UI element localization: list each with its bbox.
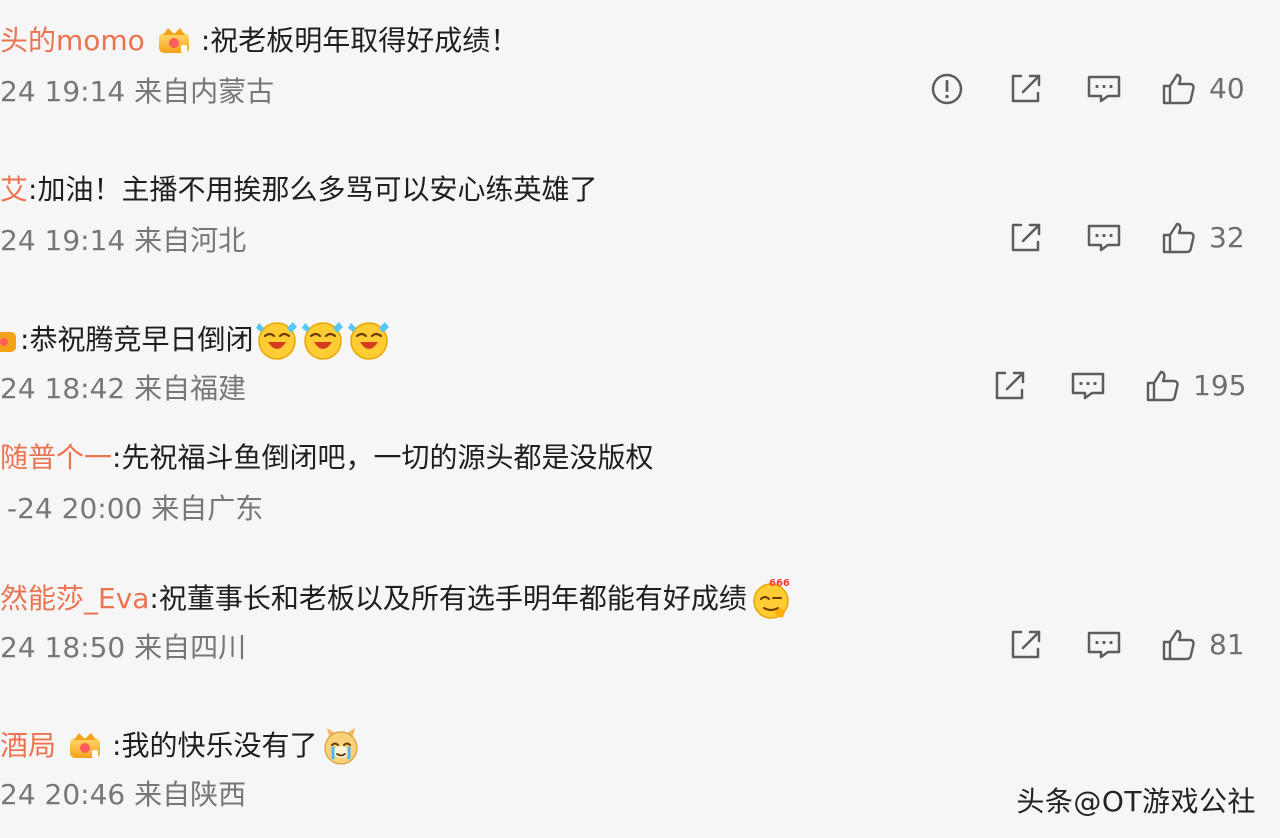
comment-meta: 24 19:14 来自内蒙古 [0,75,275,108]
comment-text: 祝董事长和老板以及所有选手明年都能有好成绩 [158,582,747,615]
svg-text:666: 666 [769,578,790,589]
comment-meta: -24 20:00 来自广东 [7,492,264,525]
comment-separator: : [28,173,38,206]
thumbs-up-icon [1145,368,1181,404]
comment-meta: 24 18:50 来自四川 [0,631,247,664]
comment-actions: 32 [1008,212,1280,264]
comment-main-line: 头的momo : 祝老板明年取得好成绩！ [0,21,518,61]
comment-actions: 40 [930,63,1280,115]
comment-username[interactable]: 酒局 [0,726,56,766]
comment-main-line: 酒局 : 我的快乐没有了 [0,724,363,768]
like-button[interactable]: 195 [1145,360,1246,412]
comment-username[interactable]: 随普个一 [0,438,112,478]
comment-item: 艾 : 加油！主播不用挨那么多骂可以安心练英雄了 24 19:14 来自河北 3… [0,170,1280,266]
crying-dog-emoji-icon [319,724,363,768]
comment-text: 祝老板明年取得好成绩！ [210,24,519,57]
report-icon [930,72,964,106]
crying-laughing-emoji-icon [255,318,299,362]
comment-main-line: 然能莎_Eva : 祝董事长和老板以及所有选手明年都能有好成绩 666 [0,577,793,621]
comment-bubble-icon [1085,628,1123,662]
reply-button[interactable] [1085,63,1123,115]
crying-laughing-emoji-icon [347,318,391,362]
comment-main-line: 随普个一 : 先祝福斗鱼倒闭吧，一切的源头都是没版权 [0,438,653,478]
comment-item: 头的momo : 祝老板明年取得好成绩！ 24 19:14 来自内蒙古 40 [0,21,1280,117]
thumbs-up-icon [1161,71,1197,107]
member-badge-icon [0,324,18,356]
member-badge-icon [157,25,191,57]
comment-username[interactable]: 头的momo [0,21,145,61]
share-button[interactable] [1008,212,1044,264]
comment-feed: 头的momo : 祝老板明年取得好成绩！ 24 19:14 来自内蒙古 40 艾… [0,0,1280,838]
comment-item: 随普个一 : 先祝福斗鱼倒闭吧，一切的源头都是没版权 -24 20:00 来自广… [0,438,1280,534]
comment-bubble-icon [1085,72,1123,106]
comment-main-line: : 恭祝腾竞早日倒闭 [0,318,391,362]
like-count: 195 [1193,369,1247,402]
thumbs-up-icon [1161,220,1197,256]
comment-text: 先祝福斗鱼倒闭吧，一切的源头都是没版权 [121,441,654,474]
reply-button[interactable] [1085,619,1123,671]
comment-item: 然能莎_Eva : 祝董事长和老板以及所有选手明年都能有好成绩 666 24 1… [0,577,1280,673]
comment-separator: : [149,582,159,615]
like-button[interactable]: 32 [1161,212,1245,264]
like-button[interactable]: 81 [1161,619,1245,671]
report-button[interactable] [930,63,964,115]
like-count: 81 [1209,628,1245,661]
watermark-text: 头条@OT游戏公社 [1016,785,1256,818]
comment-meta: 24 19:14 来自河北 [0,224,247,257]
comment-separator: : [20,323,30,356]
share-icon [1008,221,1044,255]
share-button[interactable] [1008,63,1044,115]
like-button[interactable]: 40 [1161,63,1245,115]
comment-username[interactable]: 艾 [0,170,28,210]
comment-separator: : [200,24,211,57]
comment-actions: 81 [1008,619,1280,671]
comment-bubble-icon [1085,221,1123,255]
crying-laughing-emoji-icon [301,318,345,362]
share-button[interactable] [1008,619,1044,671]
share-icon [1008,72,1044,106]
thinking-666-emoji-icon: 666 [749,577,793,621]
like-count: 40 [1209,72,1245,105]
comment-separator: : [112,441,122,474]
comment-text: 恭祝腾竞早日倒闭 [29,323,254,356]
reply-button[interactable] [1085,212,1123,264]
comment-main-line: 艾 : 加油！主播不用挨那么多骂可以安心练英雄了 [0,170,597,210]
comment-text: 加油！主播不用挨那么多骂可以安心练英雄了 [37,173,598,206]
comment-meta: 24 18:42 来自福建 [0,372,247,405]
like-count: 32 [1209,221,1245,254]
share-icon [992,369,1028,403]
comment-meta: 24 20:46 来自陕西 [0,778,247,811]
comment-item: : 恭祝腾竞早日倒闭 24 18:42 来自福建 195 [0,318,1280,414]
comment-bubble-icon [1069,369,1107,403]
member-badge-icon [68,730,102,762]
share-button[interactable] [992,360,1028,412]
reply-button[interactable] [1069,360,1107,412]
comment-username[interactable]: 然能莎_Eva [0,579,149,619]
share-icon [1008,628,1044,662]
comment-separator: : [112,729,122,762]
comment-text: 我的快乐没有了 [121,729,318,762]
comment-actions: 195 [992,360,1280,412]
thumbs-up-icon [1161,627,1197,663]
